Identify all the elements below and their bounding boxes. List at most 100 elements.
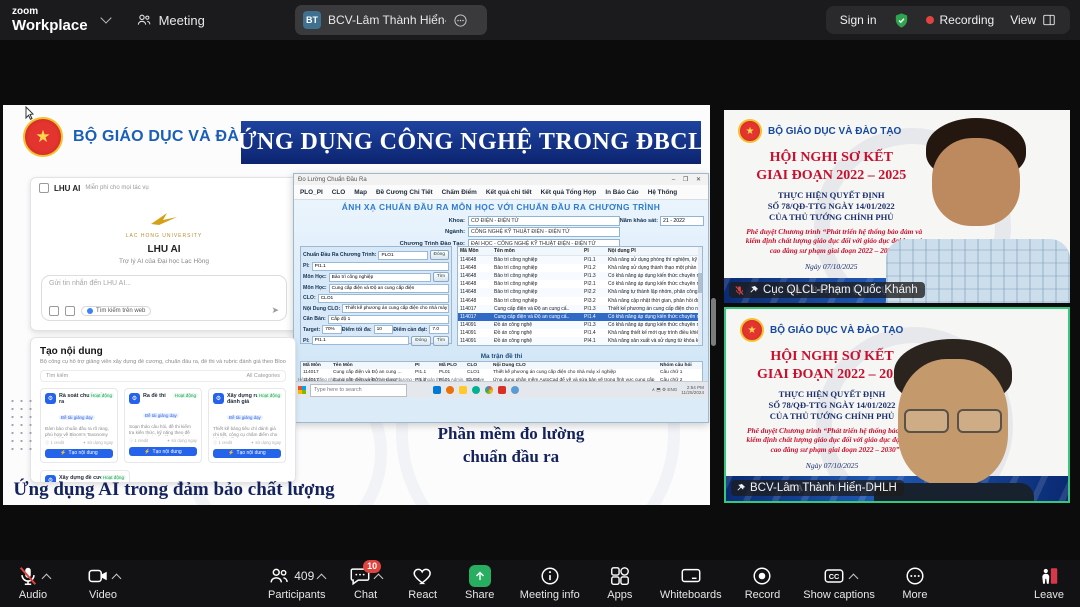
firefox-icon (446, 386, 454, 394)
app-menu-item: Hệ Thống (648, 189, 677, 196)
whiteboard-icon (680, 565, 702, 587)
participants-button[interactable]: 409 Participants (268, 564, 325, 601)
lhu-bird-logo-icon (149, 211, 179, 227)
app-heading: ÁNH XẠ CHUẨN ĐẦU RA MÔN HỌC VỚI CHUẨN ĐẦ… (294, 202, 708, 212)
lhu-tagline: Miễn phí cho mọi tác vụ (85, 185, 148, 191)
list-row: 114648 Bảo trì công nghiệp PI3.2 Khả năn… (458, 297, 702, 305)
video-button[interactable]: Video (86, 564, 120, 601)
tool-heading: Tạo nội dung (40, 346, 286, 357)
record-button[interactable]: Record (745, 564, 780, 601)
participant-video (844, 337, 1064, 503)
tool-filter: All Categories (246, 373, 280, 379)
tool-card-desc: Soạn thảo câu hỏi, đề thi kiểm tra kiến … (129, 424, 197, 436)
app-icon (511, 386, 519, 394)
participant-name: BCV-Lâm Thành Hiển-DHLH (750, 482, 897, 494)
tool-search-placeholder: Tìm kiếm (46, 373, 68, 379)
leave-button[interactable]: Leave (1032, 564, 1066, 601)
tool-card-desc: Đảm bảo chuẩn đầu ra rõ ràng, phù hợp về… (45, 426, 113, 438)
list-row: 114648 Bảo trì công nghiệp PI2.1 Có khả … (458, 280, 702, 288)
view-button[interactable]: View (1010, 13, 1056, 27)
app-menu-item: CLO (332, 189, 346, 196)
react-button[interactable]: React (406, 564, 440, 601)
create-content-button: ⚡ Tạo nội dung (45, 449, 113, 458)
show-captions-button[interactable]: CC Show captions (803, 564, 875, 601)
exam-matrix-title: Ma trận đề thi (300, 353, 703, 360)
sign-in-button[interactable]: Sign in (840, 13, 877, 27)
vietnam-emblem-icon: ★ (740, 318, 764, 342)
participant-name: Cục QLCL-Phạm Quốc Khánh (763, 284, 918, 296)
more-button[interactable]: More (898, 564, 932, 601)
chevron-up-icon[interactable] (317, 573, 327, 583)
tim-button: Tìm (433, 272, 449, 282)
window-controls: – ❐ ✕ (672, 176, 704, 183)
audio-button[interactable]: Audio (16, 564, 50, 601)
security-shield-icon[interactable] (893, 12, 910, 29)
caption-software: Phần mềm đo lường chuẩn đầu ra (411, 423, 611, 469)
share-scrollbar-thumb[interactable] (711, 298, 716, 346)
tool-card: ⚙ Rà soát chuẩn đầu ra Hoạt động Đề tài … (40, 388, 118, 463)
web-search-chip: Tìm kiếm trên web (81, 306, 151, 316)
taskbar-search: Type here to search (310, 384, 407, 397)
web-search-label: Tìm kiếm trên web (96, 308, 145, 314)
list-row: 114091 Đồ án công nghệ PI4.1 Khả năng sả… (458, 337, 702, 345)
apps-button[interactable]: Apps (603, 564, 637, 601)
app-menu-item: Kết quả chi tiết (486, 189, 532, 196)
mouse-cursor (25, 106, 35, 120)
khoa-field: CƠ ĐIỆN - ĐIỆN TỬ (468, 216, 620, 226)
globe-icon (87, 308, 93, 314)
recording-indicator: Recording (926, 13, 995, 27)
chevron-up-icon[interactable] (374, 573, 384, 583)
lhu-ai-screenshot: LHU AI Miễn phí cho mọi tác vụ LAC HONG … (30, 177, 298, 331)
participant-nameplate: BCV-Lâm Thành Hiển-DHLH (731, 480, 904, 496)
matrix-row: 114017 Cung cấp điện và Độ an cung ... P… (301, 369, 702, 376)
clo-software-screenshot: Đo Lường Chuẩn Đầu Ra – ❐ ✕ PLO_PICLOMap… (293, 173, 709, 423)
chevron-down-icon[interactable] (100, 12, 111, 23)
chevron-up-icon[interactable] (848, 573, 858, 583)
tool-card-icon: ⚙ (129, 393, 140, 404)
chevron-up-icon[interactable] (111, 573, 121, 583)
chat-button[interactable]: 10 Chat (349, 564, 383, 601)
tool-card: ⚙ Xây dựng rubric đánh giá Hoạt động Đề … (208, 388, 286, 463)
video-tile-pham-quoc-khanh[interactable]: ★ BỘ GIÁO DỤC VÀ ĐÀO TẠO HỘI NGHỊ SƠ KẾT… (724, 110, 1070, 303)
leave-icon (1037, 565, 1061, 587)
caption-ai: Ứng dụng AI trong đảm bảo chất lượng (9, 479, 339, 501)
decorative-dot-grid (8, 397, 32, 455)
windows-taskbar: Type here to search ∧ ⬒ ⚙ ENG (294, 381, 708, 398)
pin-icon (736, 483, 746, 493)
more-options-icon[interactable] (453, 13, 468, 28)
app-menu-item: PLO_PI (300, 189, 323, 196)
status-badge: Hoạt động (89, 393, 114, 398)
avatar: BT (303, 11, 321, 29)
heart-icon (412, 565, 434, 587)
chat-badge: 10 (363, 560, 381, 573)
tool-card-icon: ⚙ (45, 393, 56, 404)
lhu-university-name: LAC HONG UNIVERSITY (31, 233, 297, 239)
tool-card: ⚙ Ra đề thi Hoạt động Đề tài giảng dạy S… (124, 388, 202, 463)
list-row: 114017 Cung cấp điện và Độ an cung cấ.. … (458, 313, 702, 321)
video-tile-lam-thanh-hien[interactable]: ★ BỘ GIÁO DỤC VÀ ĐÀO TẠO HỘI NGHỊ SƠ KẾT… (724, 307, 1070, 503)
whiteboards-button[interactable]: Whiteboards (660, 564, 722, 601)
lhu-title: LHU AI (31, 244, 297, 255)
lhu-app-name: LHU AI (54, 184, 80, 193)
participant-nameplate: Cục QLCL-Phạm Quốc Khánh (729, 282, 925, 298)
recording-label: Recording (940, 13, 995, 27)
chevron-up-icon[interactable] (41, 573, 51, 583)
tab-meeting[interactable]: Meeting (136, 12, 205, 28)
shared-screen-slide: ★ BỘ GIÁO DỤC VÀ ĐÀO TẠO ỨNG DỤNG CÔNG N… (3, 105, 710, 505)
app-menu-item: Map (354, 189, 367, 196)
app-icon (498, 386, 506, 394)
tool-subheading: Bộ công cụ hỗ trợ giảng viên xây dựng đề… (40, 359, 286, 365)
tab-shared-screen[interactable]: BT BCV-Lâm Thành Hiển-DHLH's scr (295, 5, 487, 35)
list-row: 114017 Cung cấp điện và Độ an cung cấ.. … (458, 305, 702, 313)
nganh-field: CÔNG NGHỆ KỸ THUẬT ĐIỆN - ĐIỆN TỬ (468, 227, 620, 237)
shared-screen-tab-title: BCV-Lâm Thành Hiển-DHLH's scr (328, 13, 446, 27)
meeting-info-button[interactable]: Meeting info (520, 564, 580, 601)
app-menu-item: In Báo Cáo (605, 189, 638, 196)
participant-video (880, 110, 1070, 303)
app-form: Khoa:CƠ ĐIỆN - ĐIỆN TỬ Ngành:CÔNG NGHỆ K… (390, 214, 620, 249)
status-badge: Hoạt động (257, 393, 282, 398)
logo-line2: Workplace (12, 18, 88, 33)
slide-title: ỨNG DỤNG CÔNG NGHỆ TRONG ĐBCL (237, 129, 704, 156)
share-button[interactable]: Share (463, 564, 497, 601)
attach-icon (49, 306, 59, 316)
